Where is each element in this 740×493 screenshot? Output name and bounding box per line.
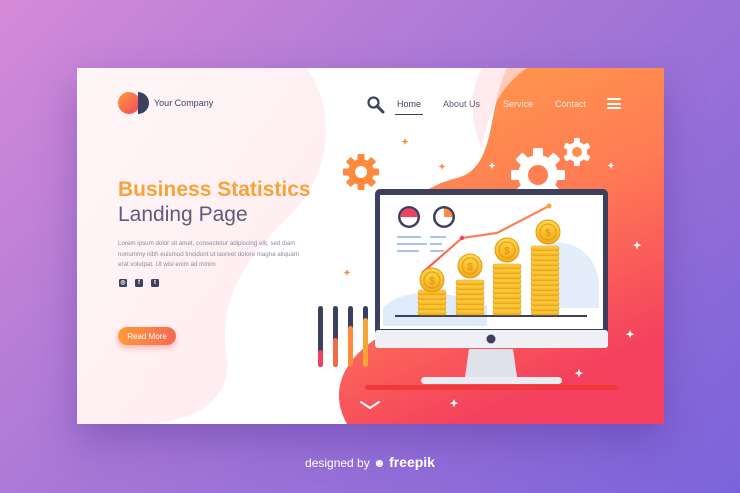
footer-credit: designed by ☻ freepik [0,454,740,470]
svg-text:$: $ [504,246,510,257]
landing-page-card: $ $ $ $ Your Company Home About Us Servi… [77,68,664,424]
instagram-icon[interactable]: ◎ [119,279,127,287]
hero-description: Lorem ipsum dolor sit amet, consectetur … [118,240,299,268]
footer-prefix: designed by [305,456,370,470]
facebook-icon[interactable]: f [135,279,143,287]
company-name[interactable]: Your Company [154,98,213,108]
logo-circle-orange [118,92,140,114]
nav-about-us[interactable]: About Us [443,99,480,109]
nav-service[interactable]: Service [503,99,533,109]
read-more-button[interactable]: Read More [118,327,176,345]
hamburger-menu-icon[interactable] [607,98,621,109]
chevron-down-icon[interactable] [359,400,381,410]
orange-gear-icon [343,154,379,190]
search-icon[interactable] [366,95,386,115]
footer-brand: freepik [389,454,435,470]
svg-text:$: $ [467,262,473,273]
freepik-logo-icon: ☻ [373,456,386,470]
hero-title-line1: Business Statistics [118,178,311,201]
svg-text:$: $ [545,228,551,239]
twitter-icon[interactable]: t [151,279,159,287]
hero-title-line2: Landing Page [118,203,248,226]
nav-home[interactable]: Home [394,99,424,115]
svg-text:$: $ [429,276,435,287]
nav-contact[interactable]: Contact [555,99,586,109]
company-logo[interactable] [118,92,149,114]
